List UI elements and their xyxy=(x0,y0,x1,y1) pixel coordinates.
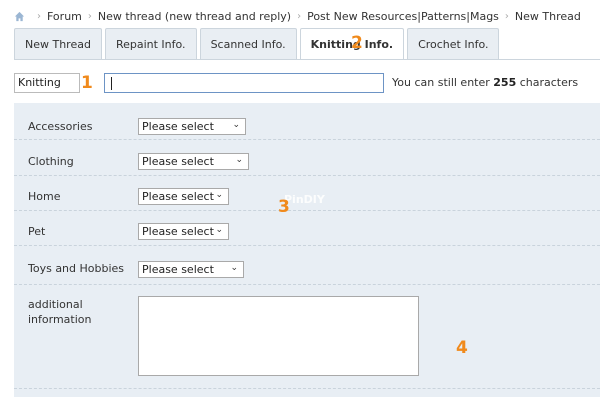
breadcrumb: › Forum › New thread (new thread and rep… xyxy=(14,9,581,23)
breadcrumb-separator: › xyxy=(504,10,509,22)
home-icon[interactable] xyxy=(14,11,25,22)
tabs-divider xyxy=(14,59,600,60)
row-label: Pet xyxy=(28,225,46,238)
chevron-down-icon: ⌄ xyxy=(232,120,240,130)
row-label: Clothing xyxy=(28,155,74,168)
annotation-4: 4 xyxy=(456,338,468,358)
char-count-note: You can still enter 255 characters xyxy=(392,76,578,89)
char-count: 255 xyxy=(493,76,517,89)
annotation-3: 3 xyxy=(278,197,290,217)
title-row: Knitting You can still enter 255 charact… xyxy=(14,73,600,93)
char-note-suffix: characters xyxy=(519,76,579,89)
pet-select[interactable]: Please select ⌄ xyxy=(138,223,229,240)
tab-new-thread[interactable]: New Thread xyxy=(14,28,102,59)
breadcrumb-new-thread-forum[interactable]: New thread (new thread and reply) xyxy=(98,10,291,23)
watermark-text: PinDIY xyxy=(284,193,325,206)
clothing-select[interactable]: Please select ⌄ xyxy=(138,153,249,170)
form-row-accessories: Accessories Please select ⌄ xyxy=(14,103,600,140)
breadcrumb-separator: › xyxy=(37,10,41,22)
select-value: Please select xyxy=(142,155,214,168)
select-value: Please select xyxy=(142,225,214,238)
prefix-select[interactable]: Knitting xyxy=(14,73,80,93)
select-value: Please select xyxy=(142,263,214,276)
toys-and-hobbies-select[interactable]: Please select ⌄ xyxy=(138,261,244,278)
title-input[interactable] xyxy=(104,73,384,93)
home-select[interactable]: Please select ⌄ xyxy=(138,188,229,205)
row-label: additional information xyxy=(28,297,92,327)
form-row-pet: Pet Please select ⌄ xyxy=(14,211,600,246)
row-label-line-2: information xyxy=(28,313,92,326)
char-note-prefix: You can still enter xyxy=(392,76,490,89)
row-label: Toys and Hobbies xyxy=(28,262,125,275)
breadcrumb-current: New Thread xyxy=(514,9,581,23)
chevron-down-icon: ⌄ xyxy=(230,263,238,273)
form-row-toys-and-hobbies: Toys and Hobbies Please select ⌄ xyxy=(14,246,600,285)
annotation-1: 1 xyxy=(81,73,93,93)
tab-crochet-info[interactable]: Crochet Info. xyxy=(407,28,500,59)
text-caret xyxy=(111,77,112,90)
select-value: Please select xyxy=(142,120,214,133)
select-value: Please select xyxy=(142,190,214,203)
tab-repaint-info[interactable]: Repaint Info. xyxy=(104,28,197,59)
accessories-select[interactable]: Please select ⌄ xyxy=(138,118,246,135)
breadcrumb-post-new-resources[interactable]: Post New Resources|Patterns|Mags xyxy=(307,10,499,23)
tab-scanned-info[interactable]: Scanned Info. xyxy=(199,28,297,59)
row-label: Accessories xyxy=(28,120,93,133)
additional-information-textarea[interactable] xyxy=(138,296,419,376)
row-label: Home xyxy=(28,190,61,203)
row-label-line-1: additional xyxy=(28,298,83,311)
breadcrumb-separator: › xyxy=(87,10,92,22)
form-row-clothing: Clothing Please select ⌄ xyxy=(14,140,600,176)
breadcrumb-separator: › xyxy=(297,10,302,22)
chevron-down-icon: ⌄ xyxy=(215,225,223,235)
breadcrumb-forum[interactable]: Forum xyxy=(47,10,82,23)
thread-type-tabs: New Thread Repaint Info. Scanned Info. K… xyxy=(14,28,500,60)
chevron-down-icon: ⌄ xyxy=(235,155,243,165)
chevron-down-icon: ⌄ xyxy=(215,190,223,200)
knitting-info-form: Accessories Please select ⌄ Clothing Ple… xyxy=(14,103,600,397)
annotation-2: 2 xyxy=(351,33,363,53)
